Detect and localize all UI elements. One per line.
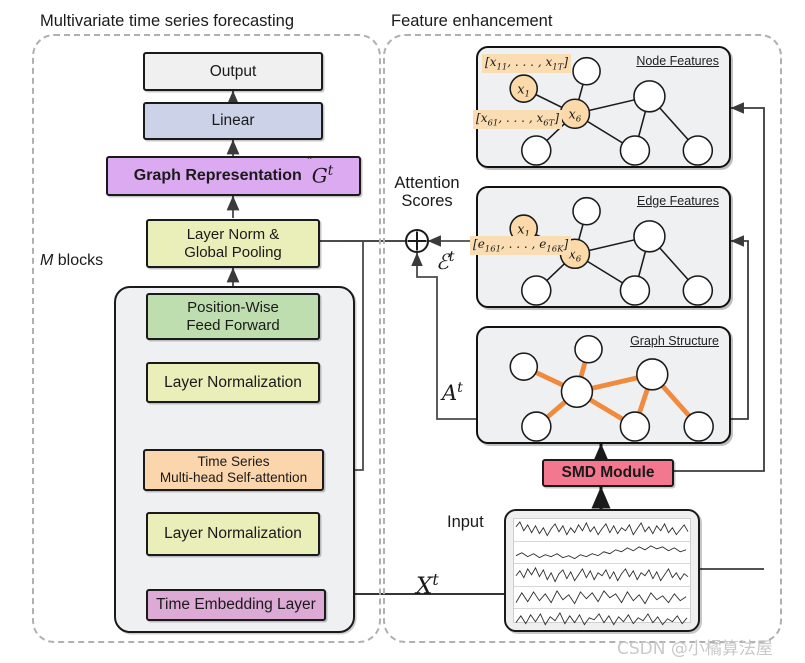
panel-edge-features[interactable]: x1 x6 Edge Features [e161, . . . , e16K] — [470, 186, 731, 308]
panel-node-features[interactable]: x1 x6 Node Features [x11, . . . , x1T] [… — [473, 46, 731, 168]
attn-label: Time Series Multi-head Self-attention — [159, 454, 308, 485]
block-graph-representation[interactable]: Graph Representation ̂ Gt — [106, 156, 361, 196]
input-series-grid — [513, 518, 691, 626]
group-left-title: Multivariate time series forecasting — [36, 12, 299, 31]
node-features-x6-vector: [x61, . . . , x6T] — [473, 110, 563, 130]
pwff-label: Position-Wise Feed Forward — [186, 299, 280, 334]
block-smd-module[interactable]: SMD Module — [542, 459, 674, 487]
input-tensor-label: Xt — [416, 570, 439, 600]
edge-features-e161-vector: [e161, . . . , e16K] — [470, 236, 572, 256]
graph-representation-label: Graph Representation — [133, 166, 302, 184]
block-time-series-multihead-self-attention[interactable]: Time Series Multi-head Self-attention — [143, 449, 324, 491]
series-row — [514, 587, 690, 609]
block-layer-normalization-2[interactable]: Layer Normalization — [146, 362, 320, 403]
group-right-title: Feature enhancement — [387, 12, 557, 31]
block-position-wise-feed-forward[interactable]: Position-Wise Feed Forward — [146, 293, 320, 340]
edge-features-title: Edge Features — [637, 194, 719, 208]
node-features-x1-vector: [x11, . . . , x1T] — [482, 54, 572, 74]
node-features-title: Node Features — [636, 54, 719, 68]
block-layer-normalization-1[interactable]: Layer Normalization — [146, 512, 320, 556]
attention-scores-label: Attention Scores — [381, 174, 473, 211]
m-blocks-label: M blocks — [40, 252, 104, 269]
watermark: CSDN @小橘算法屋 — [617, 639, 773, 659]
attention-scores-line1: Attention — [394, 174, 460, 192]
block-output[interactable]: Output — [143, 52, 323, 91]
input-label: Input — [447, 513, 484, 531]
series-row — [514, 564, 690, 587]
graph-structure-title: Graph Structure — [630, 334, 719, 348]
panel-input-series[interactable] — [504, 509, 700, 632]
edge-tensor-label: ℰt — [436, 249, 455, 274]
layernorm-globalpooling-label: Layer Norm & Global Pooling — [184, 226, 282, 261]
series-row — [514, 519, 690, 542]
panel-graph-structure[interactable]: Graph Structure — [476, 326, 731, 444]
diagram-root: Multivariate time series forecasting Fea… — [0, 0, 805, 663]
adjacency-label: At — [442, 380, 463, 405]
block-layernorm-globalpooling[interactable]: Layer Norm & Global Pooling — [146, 219, 320, 268]
block-linear[interactable]: Linear — [143, 102, 323, 140]
attention-scores-line2: Scores — [401, 192, 453, 211]
series-row — [514, 542, 690, 564]
block-time-embedding-layer[interactable]: Time Embedding Layer — [146, 589, 326, 621]
series-row — [514, 609, 690, 631]
graph-representation-symbol: ̂ Gt — [311, 163, 334, 188]
